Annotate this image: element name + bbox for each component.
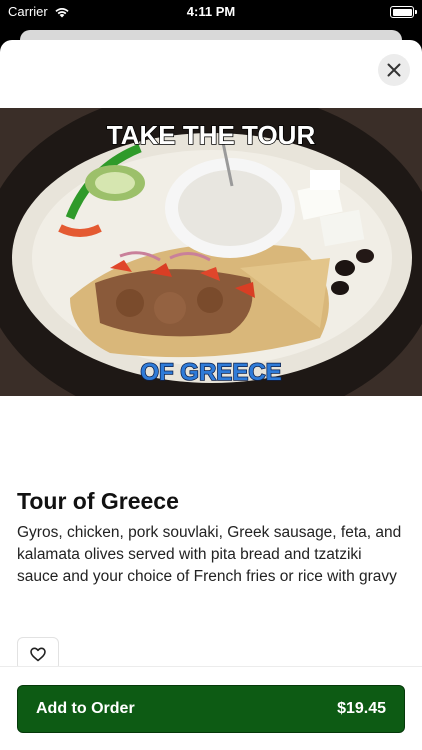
- close-icon: [387, 63, 401, 77]
- status-bar: Carrier 4:11 PM: [0, 0, 422, 28]
- order-footer: Add to Order $19.45: [0, 666, 422, 750]
- battery-fill: [392, 8, 412, 16]
- item-title: Tour of Greece: [17, 488, 179, 514]
- image-caption-bottom: OF GREECE: [140, 359, 281, 386]
- item-description: Gyros, chicken, pork souvlaki, Greek sau…: [17, 524, 402, 585]
- item-detail-sheet: TAKE THE TOUR OF GREECE Tour of Greece G…: [0, 40, 422, 750]
- close-button[interactable]: [378, 54, 410, 86]
- add-to-order-label: Add to Order: [36, 700, 135, 717]
- heart-icon: [30, 647, 46, 661]
- battery-icon: [390, 6, 417, 18]
- item-image: TAKE THE TOUR OF GREECE: [0, 108, 422, 396]
- order-price: $19.45: [337, 700, 386, 717]
- status-time: 4:11 PM: [186, 4, 236, 19]
- add-to-order-button[interactable]: Add to Order $19.45: [17, 685, 405, 733]
- image-caption-top: TAKE THE TOUR: [107, 120, 316, 150]
